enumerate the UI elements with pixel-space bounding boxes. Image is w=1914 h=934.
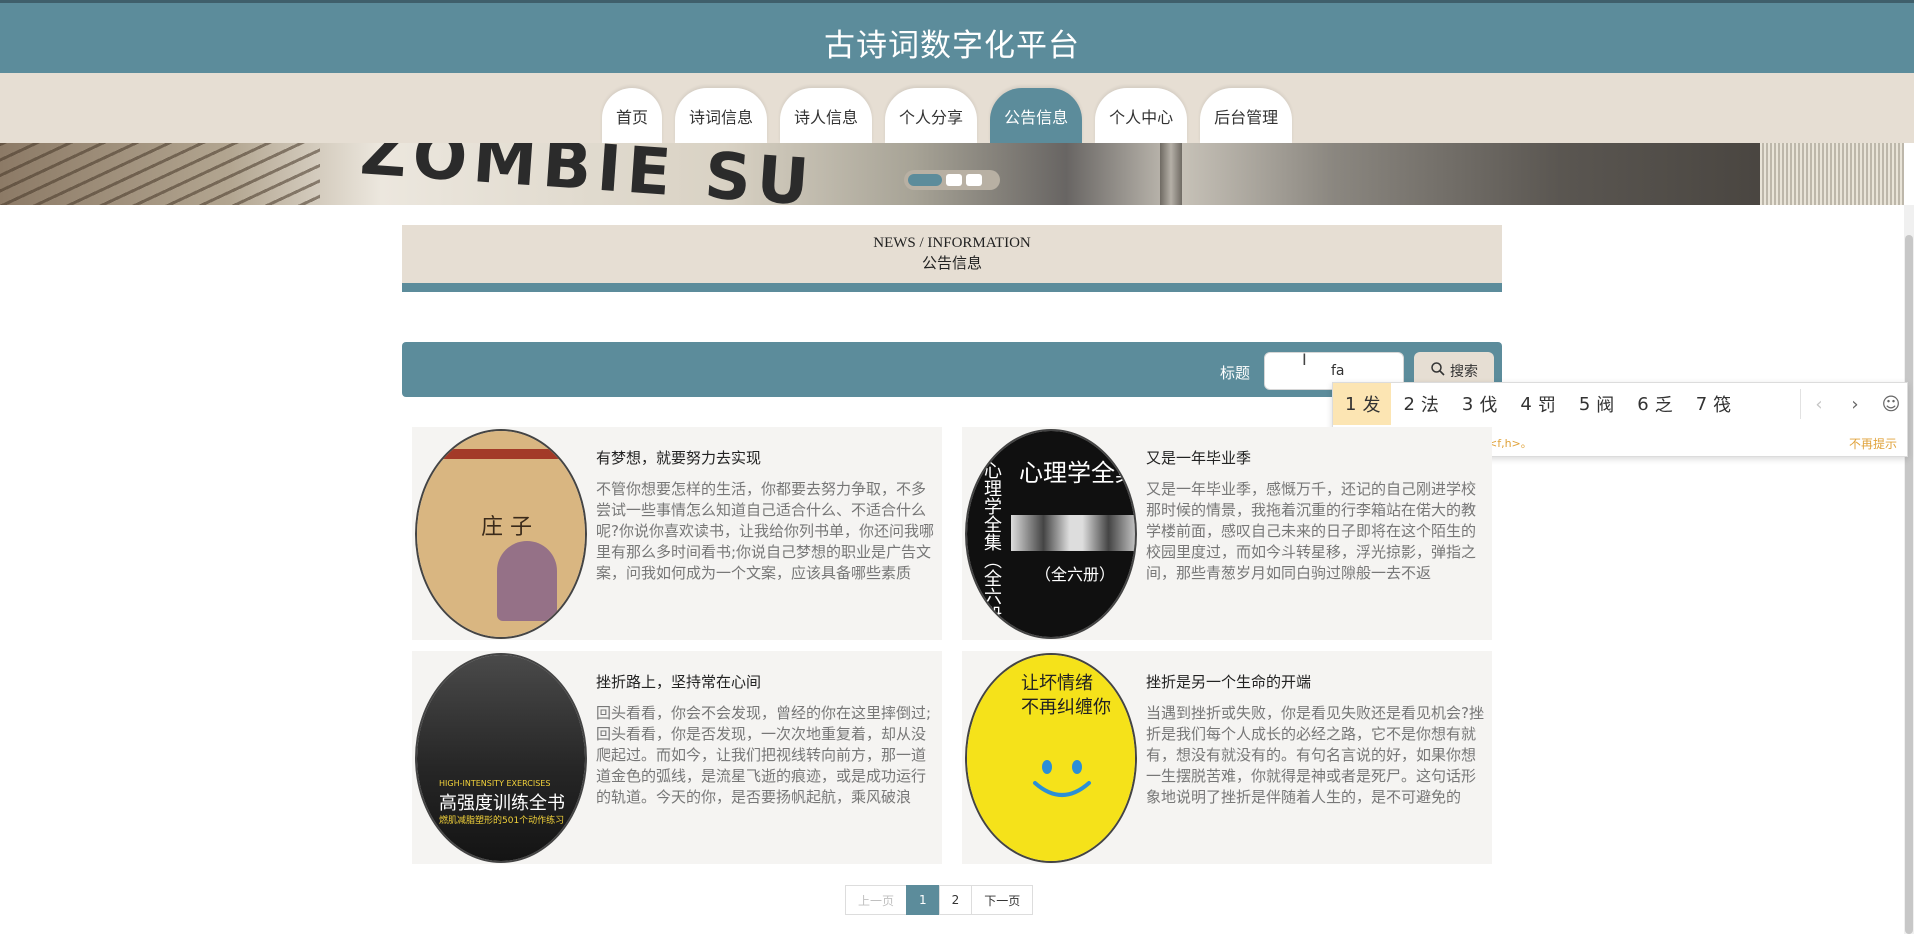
ime-emoji-icon[interactable]: ☺	[1873, 383, 1909, 425]
news-card-summary: 不管你想要怎样的生活，你都要去努力争取，不多尝试一些事情怎么知道自己适合什么、不…	[596, 480, 934, 582]
page-scrollbar[interactable]	[1904, 205, 1914, 934]
cover-subtitle: （全六册）	[1035, 565, 1116, 584]
ime-next-page-icon[interactable]: ›	[1837, 383, 1873, 425]
page-number-button[interactable]: 1	[906, 885, 940, 915]
cover-subtitle: 燃肌减脂塑形的501个动作练习	[439, 816, 565, 826]
ime-candidate[interactable]: 4罚	[1508, 383, 1566, 425]
search-icon	[1430, 361, 1446, 381]
ime-candidate[interactable]: 6乏	[1625, 383, 1683, 425]
section-title-cn: 公告信息	[921, 254, 982, 272]
nav-item-announcements[interactable]: 公告信息	[990, 88, 1083, 143]
mouse-text-cursor: I	[1302, 350, 1307, 369]
news-card-title[interactable]: 挫折是另一个生命的开端	[1146, 671, 1311, 692]
cover-vertical-title: 心理学全集（全六册）	[981, 461, 1002, 639]
ime-candidate[interactable]: 5阀	[1567, 383, 1625, 425]
book-cover-training: HIGH-INTENSITY EXERCISES 高强度训练全书 燃肌减脂塑形的…	[417, 655, 585, 861]
cover-title-line-2: 不再纠缠你	[1021, 697, 1111, 718]
header-bar: 古诗词数字化平台	[0, 0, 1914, 73]
main-nav: 首页 诗词信息 诗人信息 个人分享 公告信息 个人中心 后台管理	[0, 73, 1914, 143]
ime-candidate[interactable]: 2法	[1391, 383, 1449, 425]
page-number-button[interactable]: 2	[938, 885, 973, 915]
cover-title: 心理学全集	[1019, 459, 1137, 487]
book-cover-zhuangzi: 庄 子	[417, 431, 585, 637]
news-card[interactable]: 让坏情绪 不再纠缠你 挫折是另一个生命的开端 当遇到挫折或失败，你是看见失败还是…	[962, 651, 1492, 864]
carousel-dot-1[interactable]	[908, 174, 942, 186]
cover-title: 高强度训练全书	[439, 793, 565, 814]
banner-decor-sticks	[0, 143, 320, 205]
news-cover-image: 心理学全集（全六册） 心理学全集 （全六册）	[965, 429, 1137, 639]
ime-candidate[interactable]: 1发	[1333, 383, 1392, 425]
ime-dismiss-link[interactable]: 不再提示	[1849, 435, 1897, 452]
news-card-summary: 当遇到挫折或失败，你是看见失败还是看见机会?挫折是我们每个人成长的必经之路，它不…	[1146, 704, 1484, 806]
cover-english-title: HIGH-INTENSITY EXERCISES	[439, 779, 551, 788]
scrollbar-thumb[interactable]	[1905, 235, 1913, 934]
cover-figure	[497, 541, 557, 621]
carousel-dot-2[interactable]	[946, 174, 962, 186]
nav-item-admin[interactable]: 后台管理	[1200, 88, 1293, 143]
smiley-face-icon	[1033, 760, 1091, 797]
banner-decor-pages	[1760, 143, 1904, 205]
book-cover-emotions: 让坏情绪 不再纠缠你	[967, 655, 1135, 861]
ime-candidate[interactable]: 7筏	[1684, 383, 1742, 425]
cover-eyes-image	[1011, 515, 1135, 551]
cover-band	[417, 449, 585, 459]
news-cover-image: 让坏情绪 不再纠缠你	[965, 653, 1137, 863]
search-label: 标题	[1220, 364, 1251, 382]
news-cover-image: 庄 子	[415, 429, 587, 639]
news-card-summary: 又是一年毕业季，感慨万千，还记的自己刚进学校那时候的情景，我拖着沉重的行李箱站在…	[1146, 480, 1477, 582]
banner-image-text: ZOMBIE SU	[357, 143, 818, 205]
carousel-dot-3[interactable]	[966, 174, 982, 186]
cover-title: 庄 子	[481, 515, 532, 540]
section-title-en: NEWS / INFORMATION	[873, 235, 1031, 251]
news-card-title[interactable]: 有梦想，就要努力去实现	[596, 447, 761, 468]
news-card[interactable]: HIGH-INTENSITY EXERCISES 高强度训练全书 燃肌减脂塑形的…	[412, 651, 942, 864]
ime-candidate-row: 1发 2法 3伐 4罚 5阀 6乏 7筏	[1333, 383, 1742, 425]
news-card[interactable]: 心理学全集（全六册） 心理学全集 （全六册） 又是一年毕业季 又是一年毕业季，感…	[962, 427, 1492, 640]
nav-item-poets[interactable]: 诗人信息	[780, 88, 873, 143]
news-card-title[interactable]: 又是一年毕业季	[1146, 447, 1251, 468]
news-card[interactable]: 庄 子 有梦想，就要努力去实现 不管你想要怎样的生活，你都要去努力争取，不多尝试…	[412, 427, 942, 640]
cover-title-line-1: 让坏情绪	[1021, 673, 1093, 694]
news-cover-image: HIGH-INTENSITY EXERCISES 高强度训练全书 燃肌减脂塑形的…	[415, 653, 587, 863]
ime-prev-page-icon[interactable]: ‹	[1801, 383, 1837, 425]
book-cover-psychology: 心理学全集（全六册） 心理学全集 （全六册）	[967, 431, 1135, 637]
section-heading: NEWS / INFORMATION 公告信息	[402, 225, 1502, 292]
nav-item-home[interactable]: 首页	[602, 88, 663, 143]
banner-decor-pole	[1160, 143, 1182, 205]
nav-item-personal-center[interactable]: 个人中心	[1095, 88, 1188, 143]
ime-candidate[interactable]: 3伐	[1450, 383, 1508, 425]
prev-page-button[interactable]: 上一页	[845, 885, 908, 915]
news-card-title[interactable]: 挫折路上，坚持常在心间	[596, 671, 761, 692]
nav-list: 首页 诗词信息 诗人信息 个人分享 公告信息 个人中心 后台管理	[602, 88, 1293, 143]
carousel-indicators	[904, 170, 1000, 190]
search-button-label: 搜索	[1450, 364, 1478, 380]
nav-item-share[interactable]: 个人分享	[885, 88, 978, 143]
next-page-button[interactable]: 下一页	[971, 885, 1034, 915]
nav-item-poems[interactable]: 诗词信息	[675, 88, 768, 143]
news-card-summary: 回头看看，你会不会发现，曾经的你在这里摔倒过;回头看看，你是否发现，一次次地重复…	[596, 704, 932, 806]
site-title: 古诗词数字化平台	[824, 28, 1080, 64]
pagination: 上一页 1 2 下一页	[845, 885, 1034, 915]
